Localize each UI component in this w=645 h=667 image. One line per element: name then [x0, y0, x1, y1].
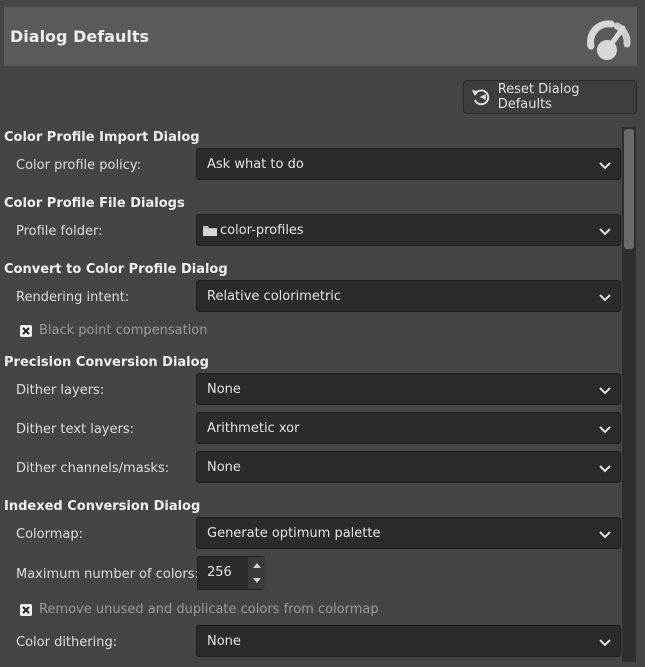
black-point-compensation-checkbox[interactable] — [20, 324, 32, 337]
remove-unused-colors-row[interactable]: Remove unused and duplicate colors from … — [20, 602, 379, 617]
section-title-precision-conversion: Precision Conversion Dialog — [4, 355, 209, 370]
combo-value: None — [207, 633, 241, 649]
section-title-indexed-conversion: Indexed Conversion Dialog — [4, 499, 201, 514]
profile-folder-label: Profile folder: — [16, 224, 103, 239]
dither-layers-label: Dither layers: — [16, 383, 105, 398]
reset-icon — [471, 89, 490, 106]
dither-text-layers-combo[interactable]: Arithmetic xor — [196, 412, 621, 444]
spin-value: 256 — [207, 565, 232, 580]
colormap-combo[interactable]: Generate optimum palette — [196, 517, 621, 549]
dialog-header: Dialog Defaults — [4, 7, 637, 66]
dither-text-layers-label: Dither text layers: — [16, 422, 134, 437]
chevron-down-icon — [599, 387, 611, 395]
max-colors-spinbutton[interactable]: 256 — [197, 556, 265, 590]
dither-channels-masks-combo[interactable]: None — [196, 451, 621, 483]
section-title-color-profile-file: Color Profile File Dialogs — [4, 196, 185, 211]
combo-value: Arithmetic xor — [207, 420, 300, 436]
combo-value: Generate optimum palette — [207, 525, 381, 541]
black-point-compensation-row[interactable]: Black point compensation — [20, 323, 208, 338]
profile-folder-combo[interactable]: color-profiles — [196, 214, 621, 246]
chevron-down-icon — [599, 294, 611, 302]
color-dithering-combo[interactable]: None — [196, 625, 621, 657]
chevron-down-icon — [599, 531, 611, 539]
color-profile-policy-label: Color profile policy: — [16, 158, 141, 173]
scrollbar-thumb[interactable] — [624, 129, 634, 249]
chevron-down-icon — [599, 426, 611, 434]
colormap-label: Colormap: — [16, 527, 83, 542]
combo-value: Relative colorimetric — [207, 288, 342, 304]
gauge-icon — [587, 20, 631, 60]
chevron-down-icon — [599, 162, 611, 170]
section-title-convert-color-profile: Convert to Color Profile Dialog — [4, 262, 228, 277]
rendering-intent-combo[interactable]: Relative colorimetric — [196, 280, 621, 312]
max-colors-label: Maximum number of colors: — [16, 567, 199, 582]
reset-dialog-defaults-button[interactable]: Reset Dialog Defaults — [463, 80, 637, 114]
checkbox-label: Black point compensation — [39, 323, 208, 338]
reset-button-label: Reset Dialog Defaults — [497, 82, 580, 112]
folder-icon — [203, 225, 217, 236]
combo-value: None — [207, 381, 241, 397]
combo-value: None — [207, 459, 241, 475]
arrow-up-icon — [252, 563, 261, 568]
chevron-down-icon — [599, 465, 611, 473]
chevron-down-icon — [599, 228, 611, 236]
dither-channels-masks-label: Dither channels/masks: — [16, 461, 170, 476]
combo-value: color-profiles — [220, 222, 304, 238]
spin-down-button[interactable] — [248, 573, 265, 589]
vertical-scrollbar[interactable] — [622, 127, 636, 662]
check-x-icon — [22, 326, 30, 335]
arrow-down-icon — [252, 578, 261, 583]
color-dithering-label: Color dithering: — [16, 635, 118, 650]
check-x-icon — [22, 605, 30, 614]
section-title-color-profile-import: Color Profile Import Dialog — [4, 130, 200, 145]
spin-up-button[interactable] — [248, 557, 265, 574]
combo-value: Ask what to do — [207, 156, 304, 172]
page-title: Dialog Defaults — [10, 27, 149, 46]
color-profile-policy-combo[interactable]: Ask what to do — [196, 148, 621, 180]
checkbox-label: Remove unused and duplicate colors from … — [39, 602, 379, 617]
dither-layers-combo[interactable]: None — [196, 373, 621, 405]
remove-unused-colors-checkbox[interactable] — [20, 603, 32, 616]
chevron-down-icon — [599, 639, 611, 647]
rendering-intent-label: Rendering intent: — [16, 290, 130, 305]
